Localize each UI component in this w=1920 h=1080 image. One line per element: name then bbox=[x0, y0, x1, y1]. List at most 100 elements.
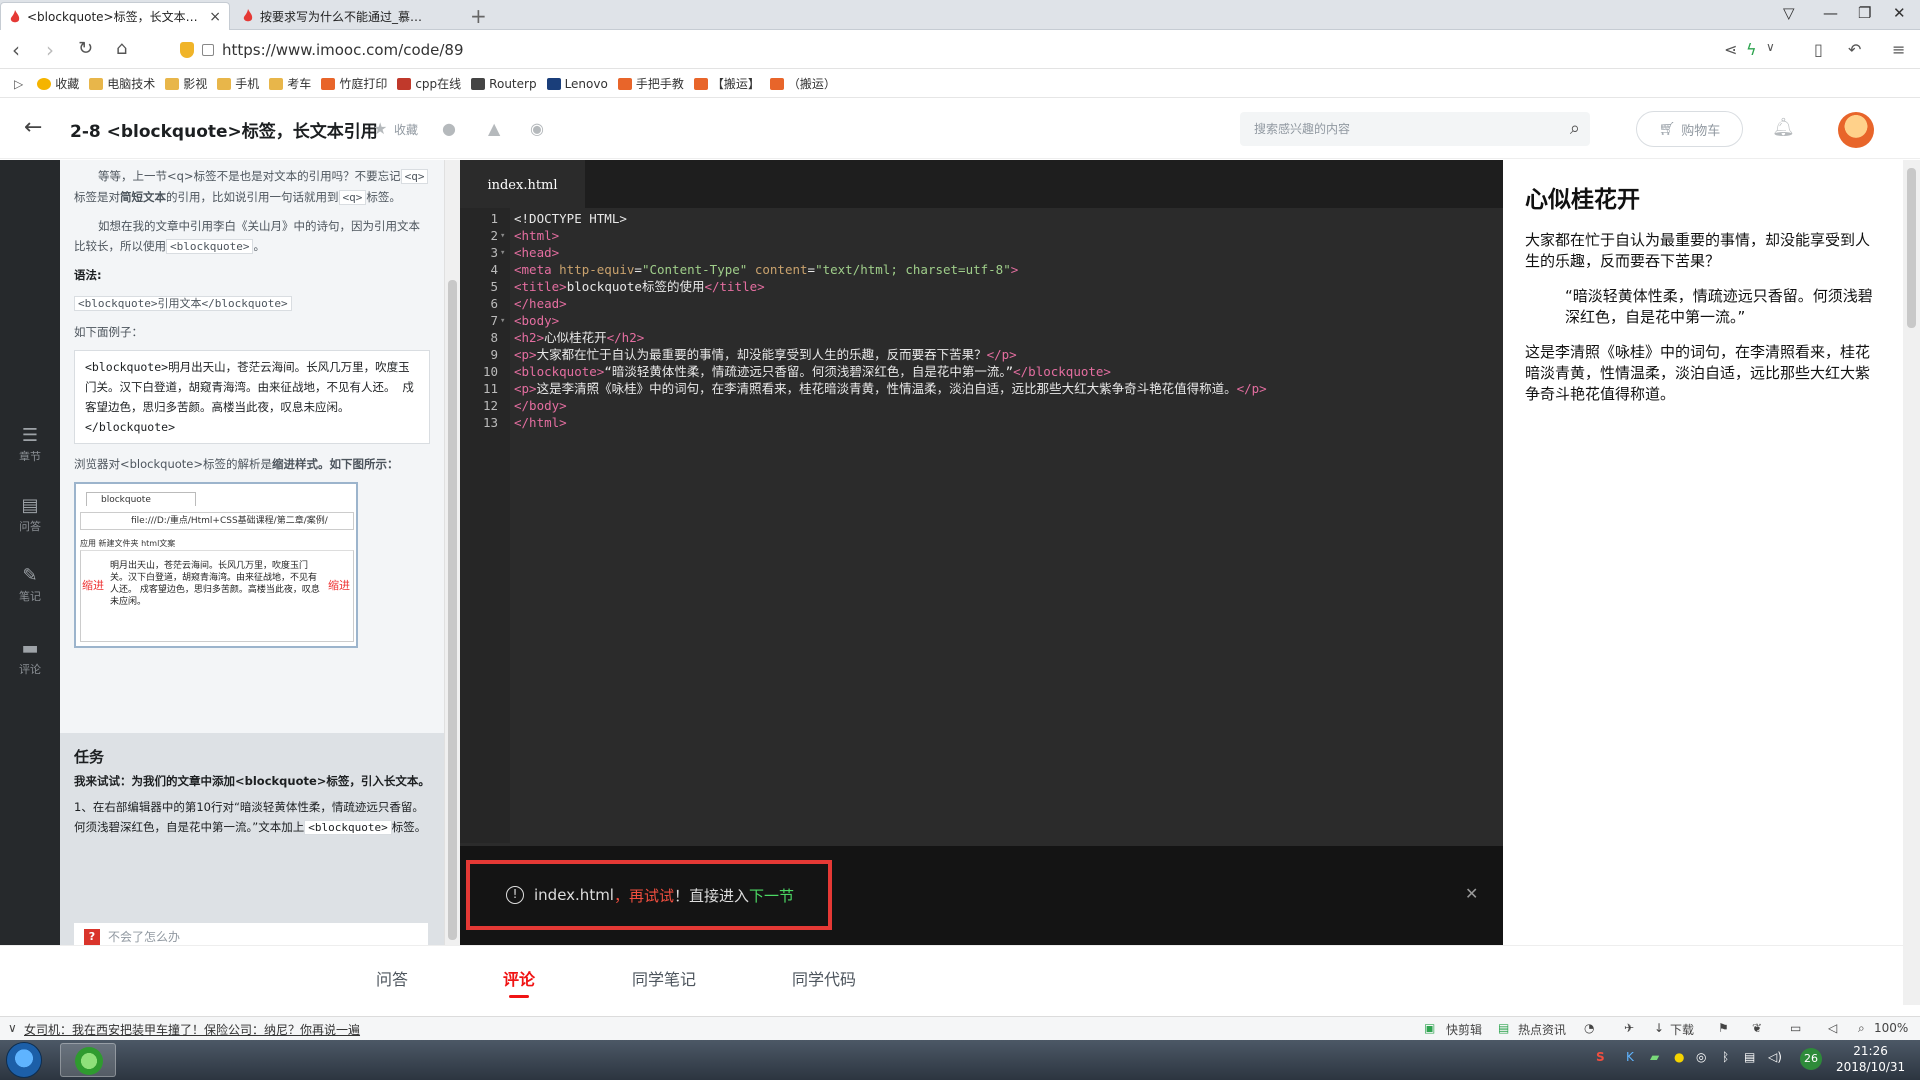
cart-button[interactable]: 🛒︎ 购物车 bbox=[1636, 111, 1743, 147]
collect-label[interactable]: 收藏 bbox=[394, 121, 418, 138]
sidenav-item-comment[interactable]: ▬ 评论 bbox=[0, 638, 60, 677]
tab-classmate-notes[interactable]: 同学笔记 bbox=[632, 966, 696, 990]
nvidia-icon[interactable]: ▰ bbox=[1650, 1050, 1659, 1064]
site-icon bbox=[471, 77, 486, 90]
bookmark-item[interactable]: 收藏 bbox=[37, 75, 79, 92]
comment-icon: ▬ bbox=[21, 638, 39, 659]
next-section-link[interactable]: 下一节 bbox=[749, 885, 794, 906]
weibo-icon[interactable]: ◉ bbox=[530, 119, 544, 138]
code-token: <p> bbox=[514, 347, 537, 362]
home-icon[interactable]: ⌂ bbox=[116, 38, 127, 59]
window-icon[interactable]: ▭ bbox=[1790, 1021, 1801, 1035]
tray-app-icon[interactable]: ● bbox=[1674, 1050, 1684, 1064]
chevron-down-icon[interactable]: ∨ bbox=[8, 1021, 17, 1035]
scroll-thumb[interactable] bbox=[1907, 168, 1916, 328]
bookmark-item[interactable]: （搬运） bbox=[769, 75, 836, 92]
tablet-icon[interactable]: ▯ bbox=[1814, 40, 1823, 59]
bookmark-item[interactable]: 考车 bbox=[269, 75, 311, 92]
search-icon[interactable]: ⌕ bbox=[1570, 118, 1580, 139]
minimize-icon[interactable]: — bbox=[1823, 4, 1838, 22]
news-ticker-link[interactable]: 女司机：我在西安把装甲车撞了！保险公司：纳尼？你再说一遍 bbox=[24, 1021, 360, 1038]
editor-tab-strip: index.html bbox=[460, 160, 1503, 208]
lesson-scrollbar[interactable] bbox=[444, 160, 460, 945]
screenshot-tab: blockquote bbox=[86, 492, 196, 506]
forward-icon[interactable]: › bbox=[46, 38, 54, 62]
help-button[interactable]: ? 不会了怎么办 bbox=[74, 923, 428, 945]
zoom-icon[interactable]: ⌕ bbox=[1858, 1021, 1865, 1036]
bookmark-item[interactable]: Routerp bbox=[471, 77, 537, 91]
bookmark-item[interactable]: cpp在线 bbox=[397, 75, 461, 92]
bookmark-item[interactable]: Lenovo bbox=[546, 77, 608, 91]
sogou-icon[interactable]: S bbox=[1596, 1050, 1605, 1064]
sidebar-toggle-icon[interactable]: ▷ bbox=[14, 77, 23, 91]
sidenav-item-note[interactable]: ✎ 笔记 bbox=[0, 565, 60, 604]
scroll-thumb[interactable] bbox=[448, 280, 457, 940]
fold-arrow-icon[interactable]: ▾ bbox=[500, 245, 505, 262]
undo-icon[interactable]: ↶ bbox=[1848, 40, 1861, 59]
tray-app-icon[interactable]: K bbox=[1626, 1050, 1634, 1064]
back-icon[interactable]: ‹ bbox=[12, 38, 20, 62]
bluetooth-icon[interactable]: ᛒ bbox=[1722, 1050, 1729, 1064]
site-icon bbox=[397, 77, 412, 90]
preview-paragraph: 大家都在忙于自认为最重要的事情，却没能享受到人生的乐趣，反而要吞下苦果？ bbox=[1525, 231, 1871, 270]
quick-clip-button[interactable]: 快剪辑 bbox=[1446, 1021, 1482, 1038]
bookmark-item[interactable]: 手机 bbox=[217, 75, 259, 92]
line-number: 1 bbox=[490, 211, 498, 226]
close-window-icon[interactable]: ✕ bbox=[1893, 4, 1906, 22]
wechat-icon[interactable]: ● bbox=[442, 119, 456, 138]
qq-icon[interactable]: ▲ bbox=[488, 119, 500, 138]
close-icon[interactable]: ✕ bbox=[1465, 884, 1478, 903]
volume-icon[interactable]: ◁ bbox=[1828, 1021, 1837, 1035]
share-icon[interactable]: ⋖ bbox=[1724, 40, 1737, 59]
bookmark-item[interactable]: 影视 bbox=[165, 75, 207, 92]
menu-icon[interactable]: ≡ bbox=[1892, 40, 1905, 59]
tray-app-icon[interactable]: ◎ bbox=[1696, 1050, 1706, 1064]
search-input[interactable] bbox=[1240, 112, 1540, 146]
bookmark-item[interactable]: 竹庭打印 bbox=[321, 75, 387, 92]
bell-icon[interactable]: 🔔︎ bbox=[1772, 117, 1795, 138]
address-bar[interactable]: https://www.imooc.com/code/89 bbox=[172, 36, 1702, 64]
new-tab-button[interactable]: + bbox=[470, 4, 487, 28]
sidenav-item-chapter[interactable]: ☰ 章节 bbox=[0, 425, 60, 464]
browser-tab-active[interactable]: <blockquote>标签，长文本引用 × bbox=[0, 2, 230, 30]
editor-tab-index-html[interactable]: index.html bbox=[460, 160, 585, 208]
sidenav-label: 问答 bbox=[19, 520, 41, 533]
star-icon[interactable]: ★ bbox=[373, 119, 387, 138]
back-arrow-icon[interactable]: ← bbox=[24, 115, 42, 140]
line-number: 9 bbox=[490, 347, 498, 362]
bold-text: 缩进样式。如下图所示： bbox=[272, 457, 399, 471]
tab-classmate-code[interactable]: 同学代码 bbox=[792, 966, 856, 990]
network-icon[interactable]: ▤ bbox=[1744, 1050, 1755, 1064]
fold-arrow-icon[interactable]: ▾ bbox=[500, 228, 505, 245]
leaf-icon[interactable]: ❦ bbox=[1752, 1021, 1762, 1035]
retry-link[interactable]: 再试试 bbox=[629, 885, 674, 906]
tab-comments[interactable]: 评论 bbox=[503, 966, 535, 998]
bookmark-item[interactable]: 电脑技术 bbox=[89, 75, 155, 92]
sidenav-item-qa[interactable]: ▤ 问答 bbox=[0, 495, 60, 534]
download-button[interactable]: 下载 bbox=[1670, 1021, 1694, 1038]
restore-icon[interactable]: ❐ bbox=[1858, 4, 1871, 22]
reload-icon[interactable]: ↻ bbox=[78, 38, 93, 59]
zoom-level[interactable]: 100% bbox=[1874, 1021, 1908, 1035]
code-token: <h2> bbox=[514, 330, 545, 345]
close-tab-icon[interactable]: × bbox=[209, 9, 221, 25]
windows-start-icon[interactable] bbox=[6, 1042, 42, 1078]
bookmark-item[interactable]: 手把手教 bbox=[617, 75, 684, 92]
fold-arrow-icon[interactable]: ▾ bbox=[500, 313, 505, 330]
lightning-icon[interactable]: ϟ bbox=[1746, 40, 1757, 59]
taskbar-browser-app[interactable] bbox=[60, 1043, 116, 1077]
tab-qa[interactable]: 问答 bbox=[376, 966, 408, 990]
system-clock[interactable]: 21:26 2018/10/31 bbox=[1836, 1043, 1905, 1075]
speed-icon[interactable]: ◔ bbox=[1584, 1021, 1594, 1035]
pin-icon[interactable]: ✈ bbox=[1624, 1021, 1634, 1035]
bookmark-item[interactable]: 【搬运】 bbox=[693, 75, 760, 92]
flag-icon[interactable]: ⚑ bbox=[1718, 1021, 1729, 1035]
hot-news-button[interactable]: 热点资讯 bbox=[1518, 1021, 1566, 1038]
tshirt-icon[interactable]: ▽ bbox=[1783, 4, 1795, 22]
volume-icon[interactable]: ◁) bbox=[1768, 1050, 1782, 1064]
chevron-down-icon[interactable]: ∨ bbox=[1766, 40, 1775, 54]
tray-badge[interactable]: 26 bbox=[1800, 1048, 1822, 1070]
avatar[interactable] bbox=[1838, 112, 1874, 148]
page-scrollbar[interactable] bbox=[1903, 160, 1920, 1005]
browser-tab-inactive[interactable]: 按要求写为什么不能通过_慕课问 bbox=[234, 2, 434, 30]
